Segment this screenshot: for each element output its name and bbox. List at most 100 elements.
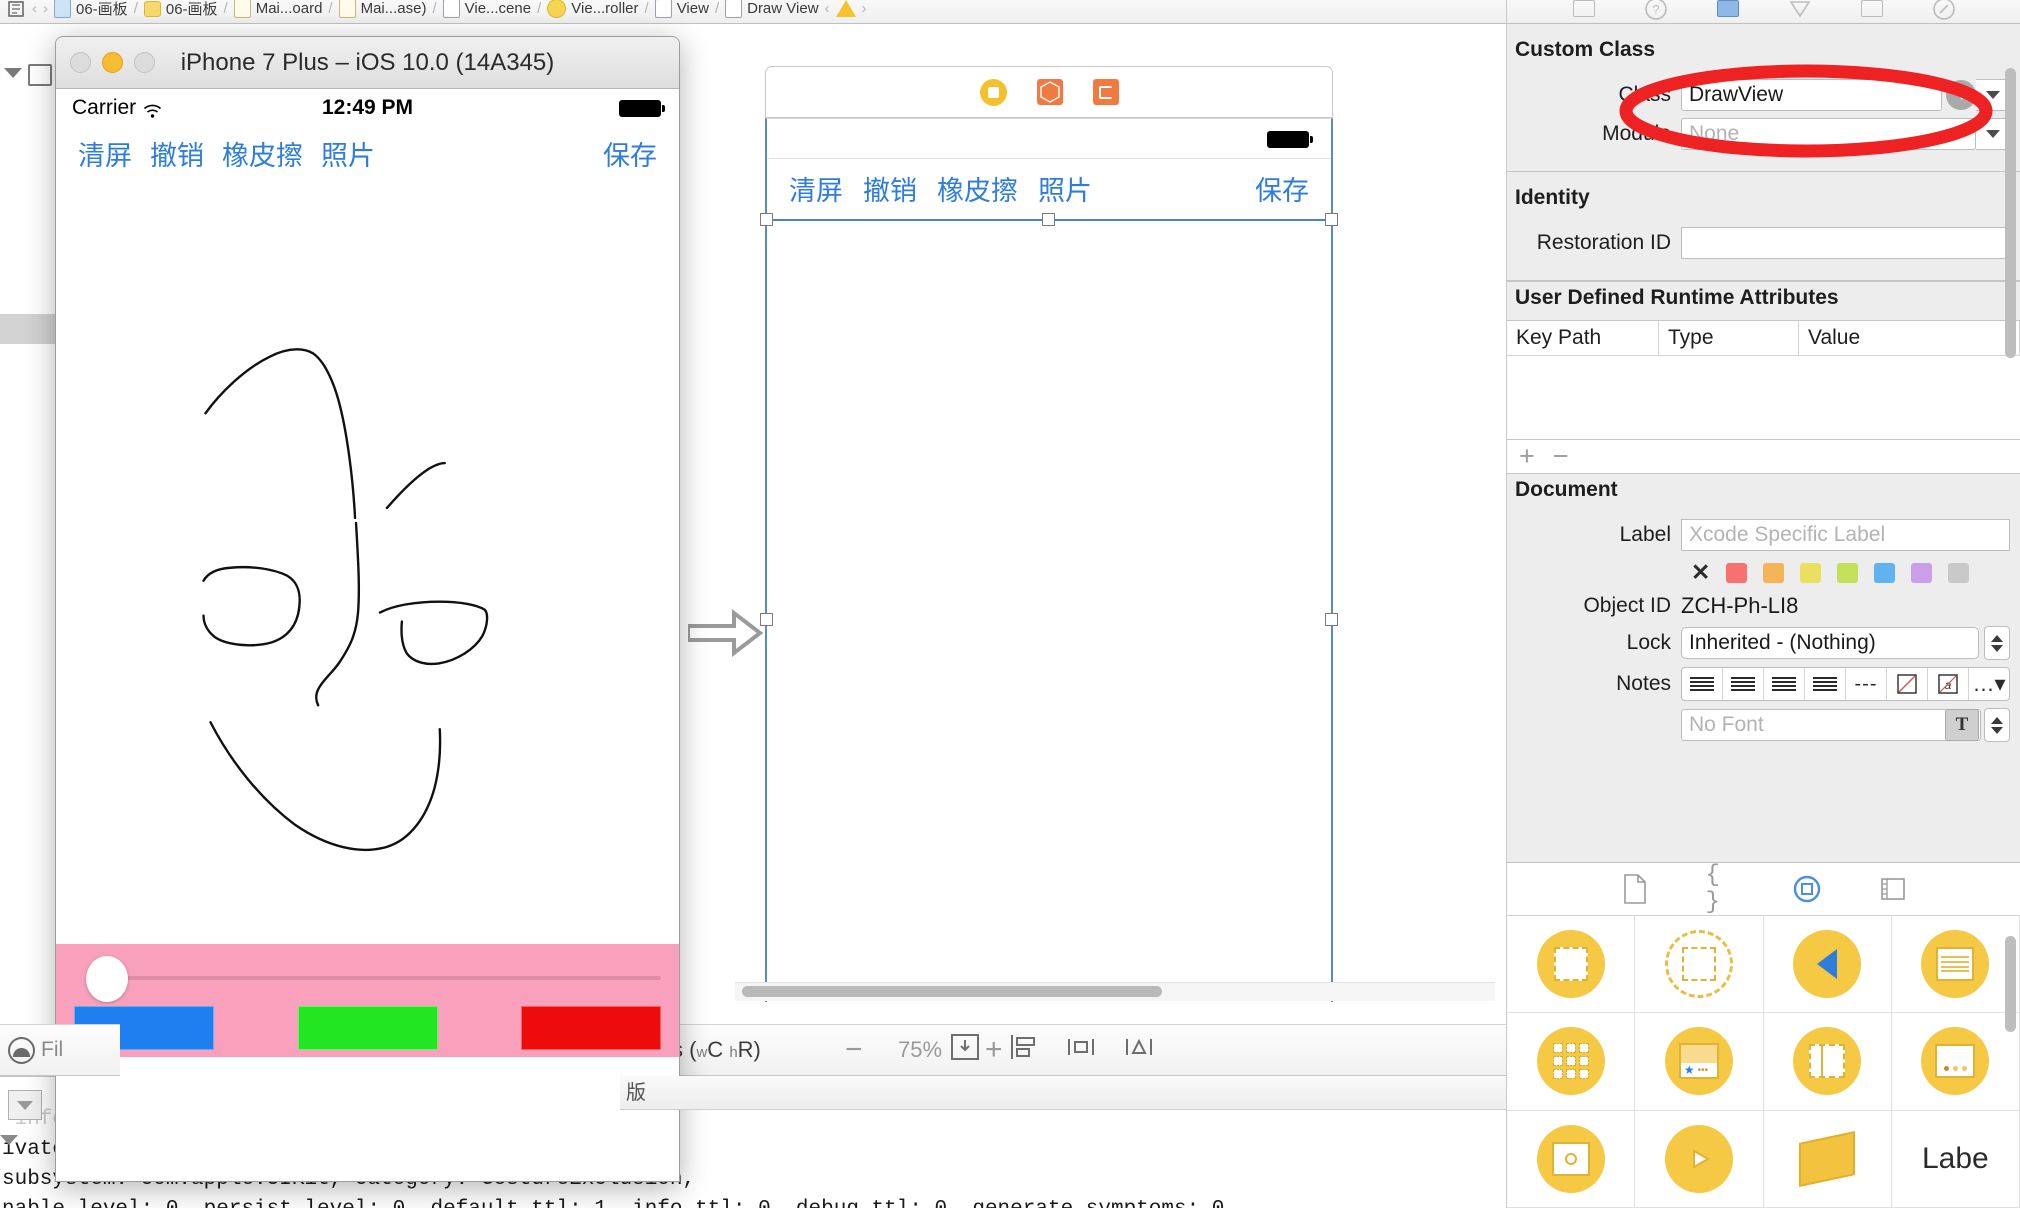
lock-select[interactable]: Inherited - (Nothing) bbox=[1681, 627, 1979, 659]
pin-button[interactable] bbox=[1066, 1033, 1096, 1067]
library-item-play-button[interactable] bbox=[1635, 1110, 1764, 1208]
breadcrumb-item-5[interactable]: Vie...roller bbox=[547, 0, 639, 18]
identity-inspector-tab[interactable] bbox=[1715, 0, 1741, 20]
breadcrumb-item-0[interactable]: 06-画板 bbox=[54, 0, 128, 19]
console-header[interactable]: 版 bbox=[620, 1076, 1506, 1110]
resolve-issues-button[interactable] bbox=[1124, 1033, 1154, 1067]
font-size-stepper[interactable] bbox=[1984, 708, 2010, 742]
yellow-swatch[interactable] bbox=[1800, 562, 1822, 583]
jump-to-definition-icon[interactable] bbox=[8, 0, 26, 18]
canvas-eraser-button[interactable]: 橡皮擦 bbox=[937, 169, 1018, 208]
lock-stepper[interactable] bbox=[1984, 626, 2010, 660]
class-row[interactable]: Class DrawView bbox=[1507, 79, 2020, 111]
size-inspector-tab[interactable] bbox=[1859, 0, 1885, 20]
ios-simulator-window[interactable]: iPhone 7 Plus – iOS 10.0 (14A345) Carrie… bbox=[55, 36, 680, 1182]
document-color-swatches[interactable]: ✕ bbox=[1507, 559, 2020, 586]
library-item-collection-view[interactable] bbox=[1507, 1013, 1636, 1111]
identity-inspector[interactable]: Custom Class Class DrawView Module None … bbox=[1506, 24, 2020, 1208]
save-button[interactable]: 保存 bbox=[603, 141, 657, 172]
eraser-button[interactable]: 橡皮擦 bbox=[222, 134, 303, 173]
canvas-horizontal-scrollbar[interactable] bbox=[742, 986, 1162, 997]
console-toggle-button[interactable] bbox=[8, 1090, 42, 1120]
align-justify-button[interactable] bbox=[1805, 668, 1846, 700]
selection-handle-top-right[interactable] bbox=[1325, 213, 1338, 226]
color-picker-bar[interactable] bbox=[56, 944, 679, 1057]
restoration-id-input[interactable] bbox=[1681, 227, 2010, 259]
library-item-split-view[interactable] bbox=[1763, 1013, 1892, 1111]
class-input[interactable]: DrawView bbox=[1681, 79, 1942, 111]
document-label-input[interactable]: Xcode Specific Label bbox=[1681, 519, 2010, 551]
font-panel-icon[interactable]: T bbox=[1945, 709, 1979, 741]
view-controller-icon[interactable] bbox=[979, 78, 1007, 106]
canvas-photo-button[interactable]: 照片 bbox=[1038, 169, 1092, 208]
list-button[interactable]: --- bbox=[1846, 668, 1887, 700]
red-swatch[interactable] bbox=[1726, 562, 1748, 583]
photo-button[interactable]: 照片 bbox=[321, 134, 375, 173]
jump-to-class-icon[interactable] bbox=[1946, 80, 1976, 110]
gray-swatch[interactable] bbox=[1948, 562, 1970, 583]
library-item-navigation-back[interactable] bbox=[1763, 916, 1892, 1014]
breadcrumb-item-4[interactable]: Vie...cene bbox=[442, 0, 531, 18]
align-center-button[interactable] bbox=[1723, 668, 1764, 700]
view-controller-body[interactable]: 清屏 撤销 橡皮擦 照片 保存 bbox=[760, 118, 1338, 1002]
orange-swatch[interactable] bbox=[1763, 562, 1785, 583]
size-class-indicator[interactable]: s (wC hR) bbox=[672, 1037, 761, 1063]
drawing-canvas[interactable] bbox=[56, 179, 679, 1057]
file-inspector-tab[interactable] bbox=[1571, 0, 1597, 20]
align-button[interactable] bbox=[1008, 1033, 1038, 1067]
notes-alignment-segments[interactable]: --- a …▾ bbox=[1681, 667, 2010, 701]
breadcrumb-item-3[interactable]: Mai...ase) bbox=[338, 0, 426, 18]
udra-rows[interactable] bbox=[1507, 356, 2020, 440]
breadcrumb-item-7[interactable]: Draw View bbox=[725, 0, 819, 18]
library-tab-strip[interactable]: { } bbox=[1507, 862, 2020, 916]
inspector-tab-strip[interactable]: ? bbox=[1506, 0, 2020, 24]
breadcrumb-item-1[interactable]: 06-画板 bbox=[143, 0, 218, 19]
red-color-button[interactable] bbox=[521, 1006, 661, 1050]
library-item-page-control[interactable] bbox=[1891, 1013, 2020, 1111]
brush-size-slider-track[interactable] bbox=[92, 976, 661, 980]
warning-triangle-icon[interactable] bbox=[835, 0, 856, 17]
library-item-container-view[interactable] bbox=[1635, 916, 1764, 1014]
module-row[interactable]: Module None bbox=[1507, 118, 2020, 150]
canvas-clear-button[interactable]: 清屏 bbox=[789, 169, 843, 208]
exit-icon[interactable] bbox=[1092, 79, 1119, 105]
clear-screen-button[interactable]: 清屏 bbox=[78, 134, 132, 173]
back-chevron-icon[interactable]: ‹ bbox=[32, 0, 37, 17]
udra-toolbar[interactable]: + − bbox=[1507, 440, 2020, 474]
app-toolbar[interactable]: 清屏 撤销 橡皮擦 照片 保存 bbox=[56, 127, 679, 179]
green-color-button[interactable] bbox=[297, 1006, 438, 1050]
embed-in-button[interactable] bbox=[950, 1033, 980, 1067]
notes-row[interactable]: Notes --- a …▾ bbox=[1507, 667, 2020, 701]
navigator-filter-bar[interactable]: Fil bbox=[0, 1024, 120, 1076]
code-snippet-library-tab[interactable]: { } bbox=[1706, 862, 1736, 916]
selection-handle-mid-right[interactable] bbox=[1325, 613, 1338, 626]
selection-handle-top-center[interactable] bbox=[1042, 213, 1055, 226]
selection-handle-mid-left[interactable] bbox=[760, 613, 773, 626]
lock-row[interactable]: Lock Inherited - (Nothing) bbox=[1507, 626, 2020, 660]
breadcrumb[interactable]: ‹ › 06-画板 / 06-画板 / Mai...oard / Mai...a… bbox=[0, 0, 1506, 24]
library-item-table-view[interactable] bbox=[1891, 916, 2020, 1014]
document-label-row[interactable]: Label Xcode Specific Label bbox=[1507, 519, 2020, 551]
udra-remove-button[interactable]: − bbox=[1553, 441, 1569, 472]
connections-inspector-tab[interactable] bbox=[1931, 0, 1957, 20]
clear-color-button[interactable]: ✕ bbox=[1691, 559, 1710, 586]
quick-help-inspector-tab[interactable]: ? bbox=[1643, 0, 1669, 20]
issue-forward-chevron-icon[interactable]: › bbox=[862, 0, 867, 17]
media-library-tab[interactable] bbox=[1878, 874, 1908, 904]
attributes-inspector-tab[interactable] bbox=[1787, 0, 1813, 20]
font-input[interactable]: No Font bbox=[1681, 709, 1981, 741]
breadcrumb-item-6[interactable]: View bbox=[654, 0, 709, 18]
align-left-button[interactable] bbox=[1682, 668, 1723, 700]
filter-icon[interactable] bbox=[8, 1036, 35, 1064]
selection-handle-top-left[interactable] bbox=[760, 213, 773, 226]
scene-dock[interactable] bbox=[765, 66, 1333, 118]
library-item-table-view-cell[interactable]: ★ ••• bbox=[1635, 1013, 1764, 1111]
module-input[interactable]: None bbox=[1681, 118, 1976, 150]
breadcrumb-item-2[interactable]: Mai...oard bbox=[233, 0, 322, 18]
udra-add-button[interactable]: + bbox=[1519, 441, 1535, 472]
file-template-library-tab[interactable] bbox=[1620, 874, 1650, 904]
inspector-scrollbar[interactable] bbox=[2005, 68, 2016, 358]
first-responder-icon[interactable] bbox=[1036, 79, 1063, 105]
object-library-grid[interactable]: ★ ••• Labe bbox=[1507, 916, 2020, 1208]
zoom-out-button[interactable]: − bbox=[845, 1033, 863, 1067]
